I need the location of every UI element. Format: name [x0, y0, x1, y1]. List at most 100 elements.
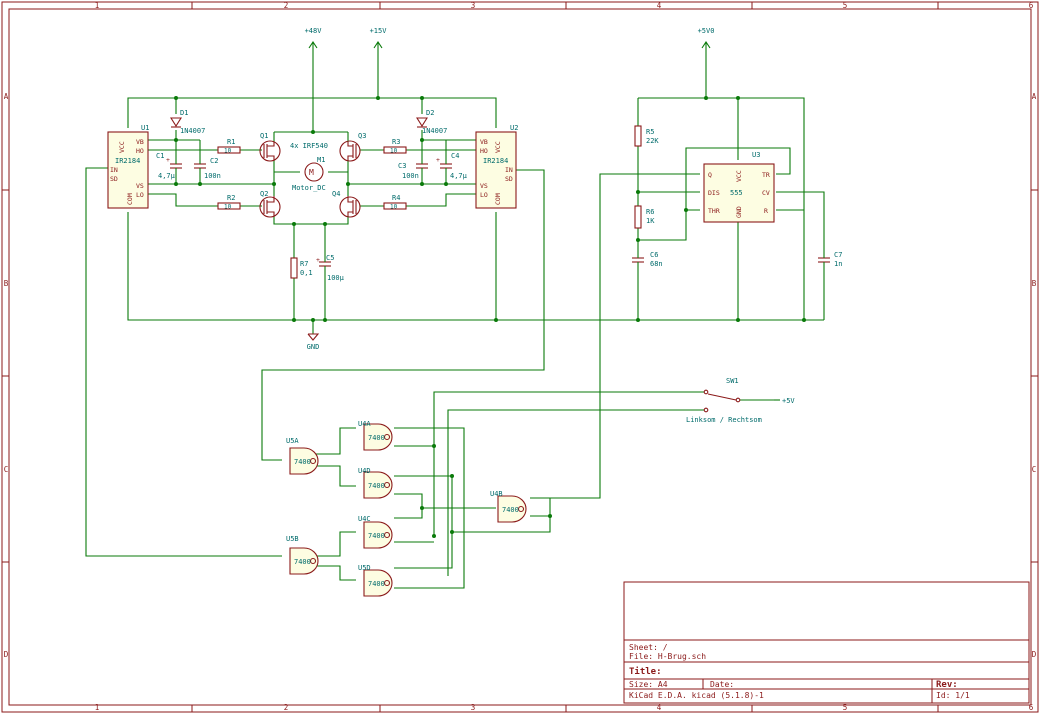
c4-capacitor: + C4 4,7µ	[436, 152, 468, 180]
svg-text:C7: C7	[834, 251, 842, 259]
row-label: D	[1032, 650, 1037, 659]
title-block-tool: KiCad E.D.A. kicad (5.1.8)-1	[629, 691, 764, 700]
row-label: D	[4, 650, 9, 659]
svg-text:Q: Q	[708, 171, 712, 179]
svg-text:R4: R4	[392, 194, 400, 202]
svg-text:Motor_DC: Motor_DC	[292, 184, 326, 192]
column-label: 5	[843, 1, 848, 10]
svg-text:GND: GND	[735, 206, 743, 218]
column-label: 6	[1029, 703, 1034, 712]
power-5v-label: +5V	[774, 397, 795, 405]
u1-ref: U1	[141, 124, 149, 132]
q2-mosfet: Q2	[259, 190, 281, 218]
title-block-id: Id: 1/1	[936, 691, 970, 700]
svg-text:IN: IN	[110, 166, 118, 174]
svg-text:VS: VS	[480, 182, 488, 190]
svg-text:0,1: 0,1	[300, 269, 313, 277]
svg-text:COM: COM	[126, 193, 134, 205]
svg-text:U4B: U4B	[490, 490, 503, 498]
svg-text:D1: D1	[180, 109, 188, 117]
svg-text:+5V: +5V	[782, 397, 795, 405]
c2-capacitor: C2 100n	[194, 156, 221, 180]
u2-gate-driver: U2 IR2184 VB HO VCC IN SD VS LO COM	[475, 124, 518, 209]
svg-text:10: 10	[390, 148, 398, 155]
sheet-border	[1, 1, 1039, 713]
svg-text:COM: COM	[494, 193, 502, 205]
r4-resistor: R4 10	[383, 194, 407, 211]
svg-text:R7: R7	[300, 260, 308, 268]
column-label: 2	[284, 1, 289, 10]
svg-text:C3: C3	[398, 162, 406, 170]
q4-mosfet: Q4	[332, 190, 361, 218]
svg-text:4,7µ: 4,7µ	[158, 172, 176, 180]
svg-text:100µ: 100µ	[327, 274, 345, 282]
column-label: 4	[657, 1, 662, 10]
svg-text:SD: SD	[505, 175, 513, 183]
row-label: C	[1032, 465, 1037, 474]
svg-text:VCC: VCC	[735, 170, 743, 182]
r1-resistor: R1 10	[217, 138, 241, 155]
column-label: 2	[284, 703, 289, 712]
c1-capacitor: + C1 4,7µ	[156, 152, 182, 180]
title-block: Sheet: / File: H-Brug.sch Title: Size: A…	[623, 581, 1030, 704]
svg-text:U5B: U5B	[286, 535, 299, 543]
row-label: B	[4, 279, 9, 288]
svg-text:U3: U3	[752, 151, 760, 159]
u2-ref: U2	[510, 124, 518, 132]
svg-text:VB: VB	[480, 138, 488, 146]
r7-shunt-resistor: R7 0,1	[290, 257, 313, 279]
c6-capacitor: C6 68n	[632, 251, 663, 270]
svg-text:HO: HO	[480, 147, 488, 155]
svg-text:Q4: Q4	[332, 190, 340, 198]
svg-text:100n: 100n	[204, 172, 221, 180]
column-label: 1	[95, 1, 100, 10]
title-block-size: Size: A4	[629, 680, 668, 689]
svg-text:Q3: Q3	[358, 132, 366, 140]
title-block-date: Date:	[710, 680, 734, 689]
row-label: A	[4, 92, 9, 101]
svg-text:100n: 100n	[402, 172, 419, 180]
row-label: A	[1032, 92, 1037, 101]
svg-text:C6: C6	[650, 251, 658, 259]
svg-text:22K: 22K	[646, 137, 659, 145]
wires	[85, 42, 825, 589]
r5-resistor: R5 22K	[634, 125, 659, 147]
u5b-nand-gate: U5B 7400	[286, 535, 319, 575]
svg-text:D2: D2	[426, 109, 434, 117]
svg-text:M: M	[309, 168, 314, 177]
svg-text:+48V: +48V	[305, 27, 323, 35]
svg-text:U4A: U4A	[358, 420, 371, 428]
title-block-file: File: H-Brug.sch	[629, 652, 706, 661]
svg-text:R1: R1	[227, 138, 235, 146]
column-label: 4	[657, 703, 662, 712]
svg-text:TR: TR	[762, 171, 770, 179]
svg-text:VCC: VCC	[118, 141, 126, 153]
svg-text:1N4007: 1N4007	[422, 127, 447, 135]
svg-text:Q1: Q1	[260, 132, 268, 140]
svg-text:1n: 1n	[834, 260, 842, 268]
svg-text:+: +	[316, 256, 320, 264]
svg-text:+: +	[166, 156, 170, 164]
svg-text:LO: LO	[480, 191, 488, 199]
row-label: B	[1032, 279, 1037, 288]
border-column-labels: 1 2 3 4 5 6 1 2 3 4 5 6	[95, 1, 1034, 712]
svg-text:7400: 7400	[368, 482, 385, 490]
svg-text:C4: C4	[451, 152, 459, 160]
svg-text:555: 555	[730, 189, 743, 197]
svg-text:+: +	[436, 156, 440, 164]
u2-value: IR2184	[483, 157, 508, 165]
u1-value: IR2184	[115, 157, 140, 165]
svg-text:7400: 7400	[294, 458, 311, 466]
column-label: 6	[1029, 1, 1034, 10]
svg-text:DIS: DIS	[708, 189, 720, 197]
svg-text:CV: CV	[762, 189, 770, 197]
svg-text:Q2: Q2	[260, 190, 268, 198]
svg-text:U5D: U5D	[358, 564, 371, 572]
svg-text:7400: 7400	[294, 558, 311, 566]
title-block-rev: Rev:	[936, 680, 958, 690]
u3-555-timer: U3 555 Q DIS THR TR CV R VCC GND	[703, 151, 775, 223]
svg-text:C1: C1	[156, 152, 164, 160]
svg-text:7400: 7400	[368, 580, 385, 588]
schematic-sheet: 1 2 3 4 5 6 1 2 3 4 5 6 A B C D A B C D	[0, 0, 1040, 714]
svg-text:10: 10	[390, 204, 398, 211]
